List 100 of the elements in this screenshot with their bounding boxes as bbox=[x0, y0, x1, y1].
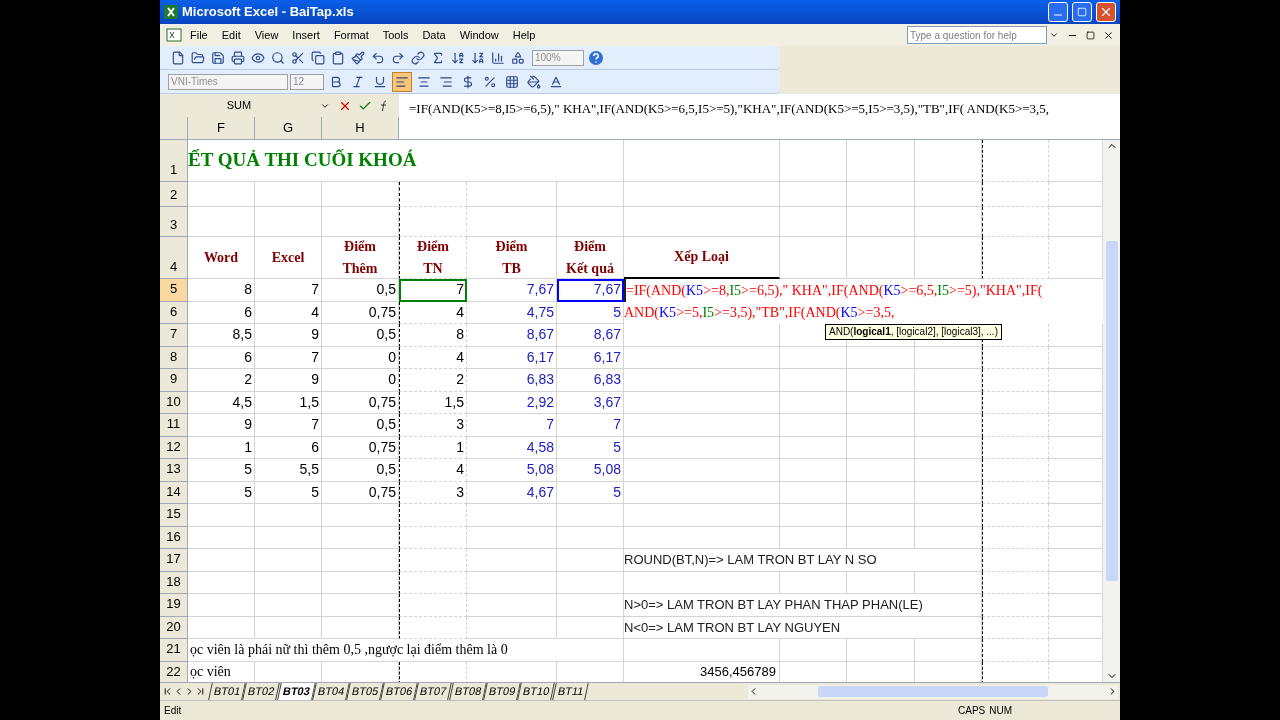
empty-cell bbox=[399, 504, 467, 527]
close-icon[interactable] bbox=[1103, 29, 1114, 41]
empty-cell bbox=[847, 571, 915, 594]
redo-icon[interactable] bbox=[391, 50, 405, 65]
align-left-icon bbox=[395, 74, 409, 89]
horizontal-scrollbar[interactable] bbox=[748, 684, 1118, 699]
link-icon[interactable] bbox=[411, 50, 425, 65]
fill-color-icon[interactable] bbox=[527, 74, 541, 89]
empty-cell bbox=[780, 414, 847, 437]
table-cell: 0,5 bbox=[322, 279, 399, 302]
sheet-tab[interactable]: BT10 bbox=[517, 683, 556, 700]
shapes-icon[interactable] bbox=[511, 50, 525, 65]
row-header[interactable]: 21 bbox=[160, 639, 188, 662]
row-header[interactable]: 7 bbox=[160, 324, 188, 347]
row-header[interactable]: 11 bbox=[160, 414, 188, 437]
table-cell: 6,83 bbox=[557, 369, 624, 392]
sheet-tab[interactable]: BT08 bbox=[448, 683, 487, 700]
undo-icon[interactable] bbox=[371, 50, 385, 65]
table-cell: 4 bbox=[399, 301, 467, 324]
row-header[interactable]: 6 bbox=[160, 301, 188, 324]
row-header[interactable]: 20 bbox=[160, 616, 188, 639]
sheet-tab[interactable]: BT05 bbox=[346, 683, 384, 700]
first-sheet-icon[interactable] bbox=[162, 686, 173, 697]
new-file-icon[interactable] bbox=[171, 50, 185, 65]
sheet-tab[interactable]: BT07 bbox=[414, 683, 453, 700]
row-header[interactable]: 2 bbox=[160, 182, 188, 207]
empty-cell bbox=[982, 140, 1049, 182]
formula-input[interactable]: =IF(AND(K5>=8,I5>=6,5)," KHA",IF(AND(K5>=6,5,I5>=5),"KHA",IF(AND(K5>=5,I5>=3,5),"TB",IF( AND(K5>=3,5, bbox=[399, 94, 1120, 139]
table-cell: 4 bbox=[399, 346, 467, 369]
row-header[interactable]: 16 bbox=[160, 526, 188, 549]
sheet-tab[interactable]: BT09 bbox=[483, 683, 522, 700]
empty-cell bbox=[982, 639, 1049, 662]
align-center-icon[interactable] bbox=[417, 74, 431, 89]
minimize-button[interactable] bbox=[1048, 2, 1068, 22]
row-header[interactable]: 3 bbox=[160, 207, 188, 237]
row-header[interactable]: 9 bbox=[160, 369, 188, 392]
row-header[interactable]: 5 bbox=[160, 279, 188, 302]
close-button[interactable] bbox=[1096, 2, 1116, 22]
sheet-tab[interactable]: BT04 bbox=[311, 683, 350, 700]
sheet-tab[interactable]: BT11 bbox=[551, 683, 589, 700]
restore-icon[interactable] bbox=[1086, 30, 1095, 40]
menu-item[interactable]: Help bbox=[506, 26, 542, 44]
last-sheet-icon[interactable] bbox=[195, 686, 206, 697]
menu-item[interactable]: Data bbox=[416, 26, 452, 44]
help-search-field[interactable]: Type a question for help bbox=[907, 26, 1047, 44]
row-header[interactable]: 17 bbox=[160, 549, 188, 572]
sort-descending-icon[interactable] bbox=[471, 50, 485, 65]
menu-item[interactable]: Window bbox=[453, 26, 505, 44]
menu-item[interactable]: Insert bbox=[286, 26, 326, 44]
help-icon[interactable] bbox=[588, 49, 604, 66]
paintbrush-icon[interactable] bbox=[351, 50, 365, 65]
chart-icon[interactable] bbox=[491, 50, 505, 65]
menu-item[interactable]: Edit bbox=[215, 26, 247, 44]
menu-item[interactable]: Format bbox=[327, 26, 375, 44]
search-icon[interactable] bbox=[271, 50, 285, 65]
vertical-scrollbar[interactable] bbox=[1103, 140, 1120, 682]
table-cell: 3 bbox=[399, 481, 467, 504]
percent-icon[interactable] bbox=[483, 74, 497, 89]
font-color-icon[interactable] bbox=[549, 74, 563, 89]
print-icon[interactable] bbox=[231, 50, 245, 65]
sheet-tab[interactable]: BT06 bbox=[380, 683, 419, 700]
row-header[interactable]: 4 bbox=[160, 237, 188, 279]
row-header[interactable]: 19 bbox=[160, 594, 188, 617]
row-header[interactable]: 15 bbox=[160, 504, 188, 527]
sort-ascending-icon[interactable] bbox=[451, 50, 465, 65]
row-header[interactable]: 14 bbox=[160, 481, 188, 504]
empty-cell bbox=[915, 504, 982, 527]
dropdown-icon[interactable] bbox=[1049, 30, 1059, 40]
menu-item[interactable]: View bbox=[248, 26, 285, 44]
paste-icon[interactable] bbox=[331, 50, 345, 65]
italic-icon[interactable] bbox=[351, 74, 365, 89]
currency-icon[interactable] bbox=[461, 74, 475, 89]
sheet-tab[interactable]: BT01 bbox=[208, 683, 247, 700]
row-header[interactable]: 10 bbox=[160, 391, 188, 414]
borders-icon[interactable] bbox=[505, 74, 519, 89]
row-header[interactable]: 12 bbox=[160, 436, 188, 459]
cut-icon[interactable] bbox=[291, 50, 305, 65]
column-heading: Điểm Kết quả bbox=[557, 237, 624, 279]
restore-button[interactable] bbox=[1072, 2, 1092, 22]
sum-icon[interactable] bbox=[431, 50, 445, 65]
folder-icon[interactable] bbox=[191, 50, 205, 65]
align-right-icon[interactable] bbox=[439, 74, 453, 89]
table-cell: 9 bbox=[188, 414, 255, 437]
bold-icon[interactable] bbox=[329, 74, 343, 89]
row-header[interactable]: 8 bbox=[160, 346, 188, 369]
preview-icon[interactable] bbox=[251, 50, 265, 65]
menu-item[interactable]: File bbox=[184, 26, 214, 44]
sheet-tab[interactable]: BT02 bbox=[242, 683, 281, 700]
empty-cell bbox=[915, 481, 982, 504]
align-left-button[interactable] bbox=[392, 71, 412, 92]
row-header[interactable]: 13 bbox=[160, 459, 188, 482]
menu-item[interactable]: Tools bbox=[376, 26, 415, 44]
sheet-tab[interactable]: BT03 bbox=[276, 683, 316, 700]
save-icon[interactable] bbox=[211, 50, 225, 65]
row-header[interactable]: 1 bbox=[160, 140, 188, 182]
underline-icon[interactable] bbox=[373, 74, 387, 89]
workbook-icon[interactable] bbox=[166, 28, 182, 42]
row-header[interactable]: 18 bbox=[160, 571, 188, 594]
copy-icon[interactable] bbox=[311, 50, 325, 65]
empty-cell bbox=[557, 594, 624, 617]
